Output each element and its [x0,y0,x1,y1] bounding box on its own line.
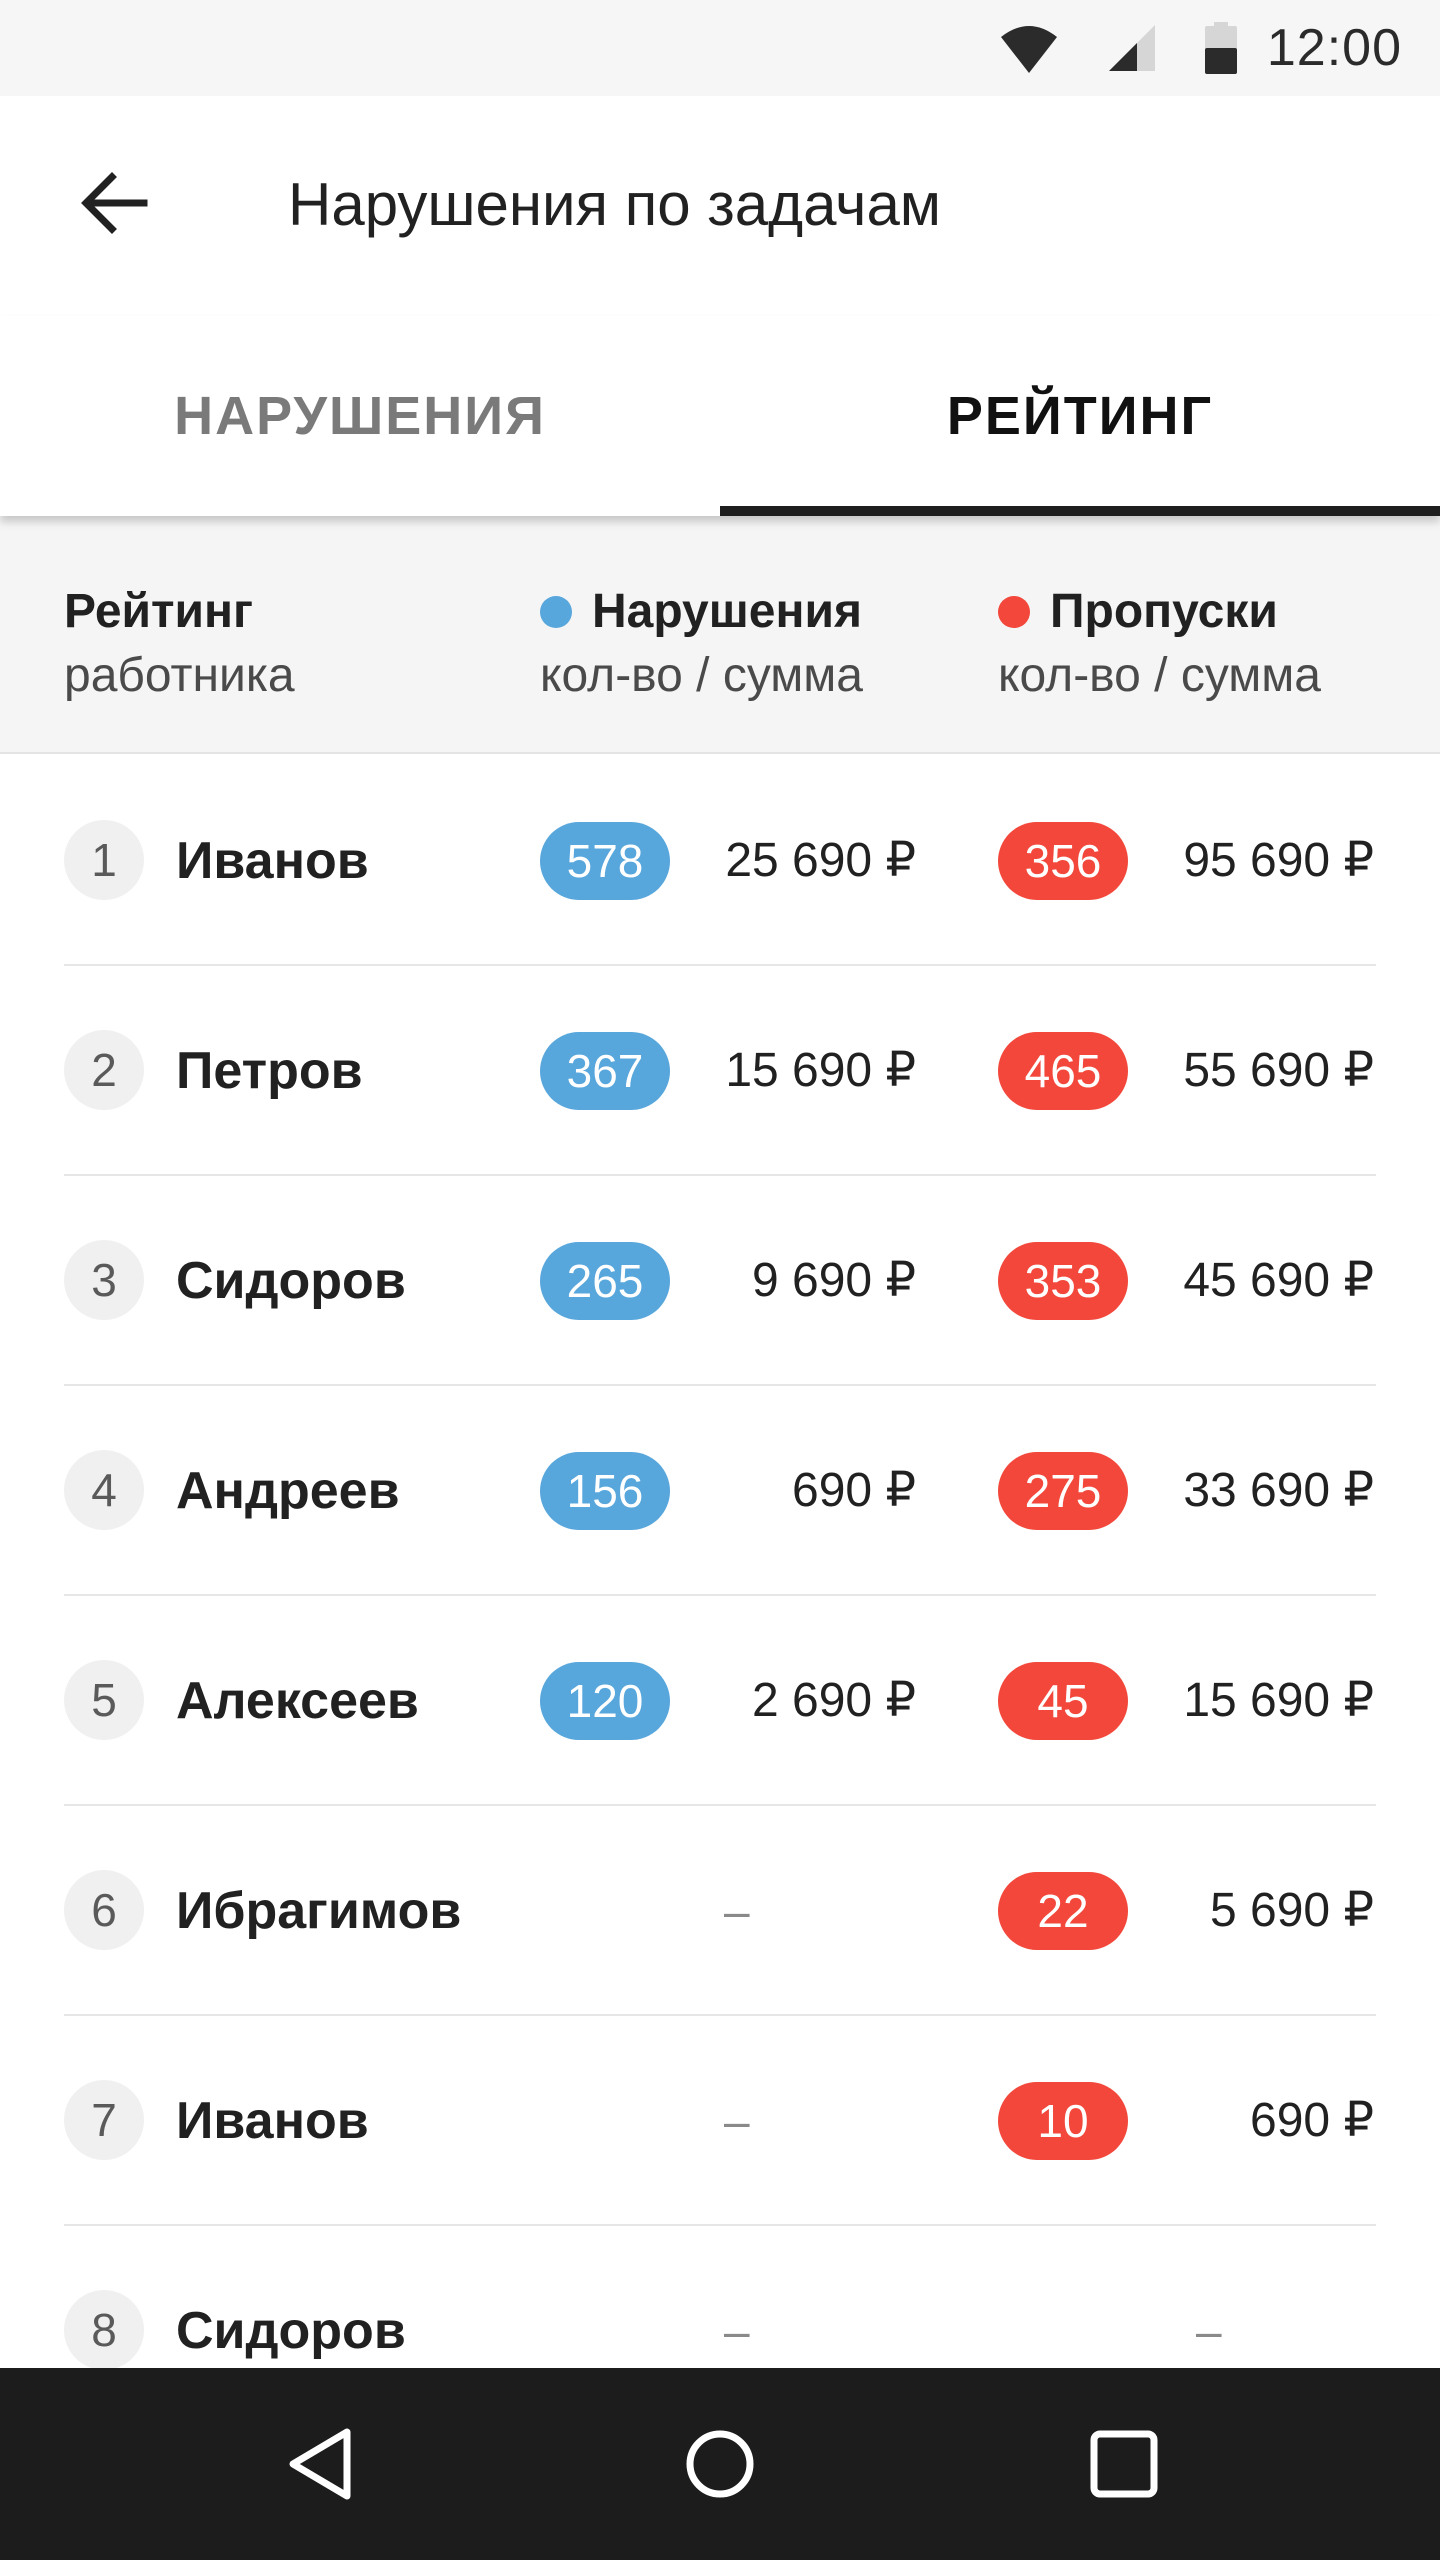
wifi-icon [1000,26,1057,73]
nav-home-icon [686,2430,754,2498]
employee-name: Иванов [176,832,369,890]
violations-count-badge: 265 [540,1242,670,1320]
absences-count-badge: 10 [998,2082,1128,2160]
absences-empty: – [1196,2305,1222,2357]
app-bar: Нарушения по задачам [0,96,1440,316]
page-title: Нарушения по задачам [288,171,942,238]
employee-name: Иванов [176,2092,369,2150]
header-absences-subtitle: кол-во / сумма [998,649,1321,702]
tab-indicator [720,506,1440,516]
violations-empty: – [724,2095,750,2147]
nav-back-button[interactable] [272,2416,368,2512]
employee-name: Петров [176,1042,363,1100]
absences-count-badge: 353 [998,1242,1128,1320]
rank-badge: 6 [64,1870,144,1950]
tab-rating[interactable]: РЕЙТИНГ [720,316,1440,516]
violations-sum: 9 690 ₽ [752,1254,916,1307]
rank-badge: 4 [64,1450,144,1530]
column-header: Рейтинг работника Нарушения кол-во / сум… [0,516,1440,754]
absences-count-badge: 22 [998,1872,1128,1950]
violations-count-badge: 156 [540,1452,670,1530]
employee-name: Андреев [176,1462,400,1520]
violations-sum: 690 ₽ [792,1464,916,1517]
list-item[interactable]: 3 Сидоров 265 9 690 ₽ 353 45 690 ₽ [0,1176,1440,1386]
nav-home-button[interactable] [672,2416,768,2512]
violations-count-badge: 578 [540,822,670,900]
employee-name: Сидоров [176,2302,406,2360]
violations-count-badge: 120 [540,1662,670,1740]
list-item[interactable]: 7 Иванов – 10 690 ₽ [0,2016,1440,2226]
header-rating-subtitle: работника [64,649,295,702]
absences-sum: 55 690 ₽ [1183,1044,1374,1097]
nav-back-icon [289,2428,351,2500]
rank-badge: 8 [64,2290,144,2370]
violations-sum: 25 690 ₽ [725,834,916,887]
status-icons: 12:00 [999,0,1402,96]
violations-sum: 2 690 ₽ [752,1674,916,1727]
header-violations: Нарушения кол-во / сумма [540,580,863,708]
violations-count-badge: 367 [540,1032,670,1110]
absences-sum: 690 ₽ [1250,2094,1374,2147]
absences-sum: 95 690 ₽ [1183,834,1374,887]
absences-count-badge: 356 [998,822,1128,900]
navigation-bar [0,2368,1440,2560]
violations-empty: – [724,1885,750,1937]
absences-count-badge: 45 [998,1662,1128,1740]
list-item[interactable]: 2 Петров 367 15 690 ₽ 465 55 690 ₽ [0,966,1440,1176]
rank-badge: 2 [64,1030,144,1110]
list-item[interactable]: 6 Ибрагимов – 22 5 690 ₽ [0,1806,1440,2016]
tab-violations[interactable]: НАРУШЕНИЯ [0,316,720,516]
list-item[interactable]: 5 Алексеев 120 2 690 ₽ 45 15 690 ₽ [0,1596,1440,1806]
list-item[interactable]: 4 Андреев 156 690 ₽ 275 33 690 ₽ [0,1386,1440,1596]
rating-list: 1 Иванов 578 25 690 ₽ 356 95 690 ₽ 2 Пет… [0,756,1440,2436]
battery-icon [1204,22,1237,74]
absences-sum: 33 690 ₽ [1183,1464,1374,1517]
tab-bar: НАРУШЕНИЯ РЕЙТИНГ [0,316,1440,516]
arrow-left-icon [81,172,148,234]
header-absences: Пропуски кол-во / сумма [998,580,1321,708]
rank-badge: 3 [64,1240,144,1320]
signal-icon [1108,25,1155,71]
nav-recents-button[interactable] [1076,2416,1172,2512]
header-rating: Рейтинг работника [64,580,295,708]
absences-dot-icon [998,596,1030,628]
back-button[interactable] [58,148,168,258]
employee-name: Ибрагимов [176,1882,462,1940]
employee-name: Алексеев [176,1672,419,1730]
employee-name: Сидоров [176,1252,406,1310]
absences-sum: 15 690 ₽ [1183,1674,1374,1727]
violations-sum: 15 690 ₽ [725,1044,916,1097]
nav-recents-icon [1090,2430,1158,2498]
list-item[interactable]: 1 Иванов 578 25 690 ₽ 356 95 690 ₽ [0,756,1440,966]
violations-empty: – [724,2305,750,2357]
header-absences-title: Пропуски [1050,585,1278,638]
status-bar: 12:00 [0,0,1440,96]
absences-count-badge: 275 [998,1452,1128,1530]
status-time: 12:00 [1266,19,1402,77]
violations-dot-icon [540,596,572,628]
absences-sum: 5 690 ₽ [1210,1884,1374,1937]
absences-sum: 45 690 ₽ [1183,1254,1374,1307]
rank-badge: 1 [64,820,144,900]
header-rating-title: Рейтинг [64,585,254,638]
absences-count-badge: 465 [998,1032,1128,1110]
rank-badge: 7 [64,2080,144,2160]
rank-badge: 5 [64,1660,144,1740]
header-violations-subtitle: кол-во / сумма [540,649,863,702]
header-violations-title: Нарушения [592,585,862,638]
